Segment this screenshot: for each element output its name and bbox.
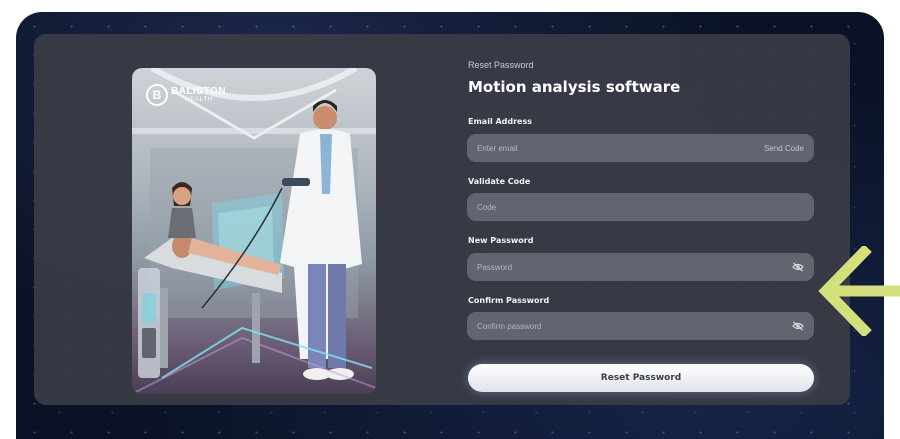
- eye-slash-icon[interactable]: [792, 262, 804, 272]
- email-field-wrapper: Send Code: [467, 134, 814, 162]
- code-field[interactable]: [477, 202, 804, 212]
- code-field-wrapper: [467, 193, 814, 221]
- validate-code-label: Validate Code: [468, 177, 531, 186]
- new-password-label: New Password: [468, 236, 534, 245]
- confirm-password-field-wrapper: [467, 312, 814, 340]
- new-password-field[interactable]: [477, 262, 792, 272]
- new-password-field-wrapper: [467, 253, 814, 281]
- breadcrumb: Reset Password: [468, 60, 534, 70]
- logo-mark: B: [146, 84, 168, 106]
- eye-slash-icon[interactable]: [792, 321, 804, 331]
- email-field[interactable]: [477, 143, 764, 153]
- confirm-password-field[interactable]: [477, 321, 792, 331]
- send-code-button[interactable]: Send Code: [764, 144, 804, 153]
- logo-subtitle: HEALTH: [185, 97, 214, 103]
- hero-image: B BALISTON HEALTH: [132, 68, 376, 394]
- brand-logo: B BALISTON HEALTH: [146, 84, 226, 106]
- email-label: Email Address: [468, 117, 533, 126]
- page-title: Motion analysis software: [468, 78, 681, 96]
- confirm-password-label: Confirm Password: [468, 296, 550, 305]
- reset-password-button[interactable]: Reset Password: [468, 364, 814, 392]
- arrow-left-icon: [818, 246, 900, 336]
- clinic-illustration: [132, 68, 376, 394]
- logo-name: BALISTON: [171, 86, 226, 97]
